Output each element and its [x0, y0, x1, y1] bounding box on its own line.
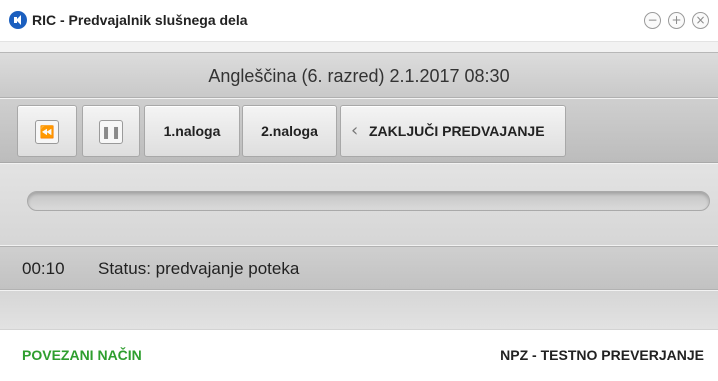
footer: POVEZANI NAČIN NPZ - TESTNO PREVERJANJE [0, 329, 718, 381]
task1-label: 1.naloga [163, 123, 221, 139]
close-button[interactable]: × [692, 12, 709, 29]
finish-playback-button[interactable]: ‹ ZAKLJUČI PREDVAJANJE [340, 105, 566, 157]
toolbar: ⏪ ❚❚ 1.naloga 2.naloga ‹ ZAKLJUČI PREDVA… [0, 99, 718, 163]
rewind-icon: ⏪ [35, 120, 59, 144]
rewind-button[interactable]: ⏪ [17, 105, 77, 157]
speaker-icon [9, 11, 27, 29]
status-text: Status: predvajanje poteka [98, 259, 300, 278]
finish-playback-label: ZAKLJUČI PREDVAJANJE [369, 123, 545, 139]
task1-button[interactable]: 1.naloga [144, 105, 240, 157]
spacer-panel [0, 291, 718, 329]
player-window: RIC - Predvajalnik slušnega dela − + × A… [0, 0, 718, 381]
pause-icon: ❚❚ [99, 120, 123, 144]
window-title: RIC - Predvajalnik slušnega dela [32, 12, 248, 28]
test-type: NPZ - TESTNO PREVERJANJE [500, 347, 704, 363]
chevron-left-icon: ‹ [351, 120, 359, 141]
title-bar: RIC - Predvajalnik slušnega dela − + × [0, 0, 718, 42]
session-header: Angleščina (6. razred) 2.1.2017 08:30 [0, 52, 718, 98]
pause-button[interactable]: ❚❚ [82, 105, 140, 157]
status-bar: 00:10 Status: predvajanje poteka [0, 246, 718, 290]
connection-mode: POVEZANI NAČIN [22, 347, 142, 363]
task2-label: 2.naloga [261, 123, 318, 139]
maximize-button[interactable]: + [668, 12, 685, 29]
task2-button[interactable]: 2.naloga [242, 105, 337, 157]
minimize-button[interactable]: − [644, 12, 661, 29]
progress-area [0, 164, 718, 245]
elapsed-time: 00:10 [22, 259, 65, 278]
session-title: Angleščina (6. razred) 2.1.2017 08:30 [208, 66, 510, 86]
playback-progress-bar[interactable] [27, 191, 710, 211]
